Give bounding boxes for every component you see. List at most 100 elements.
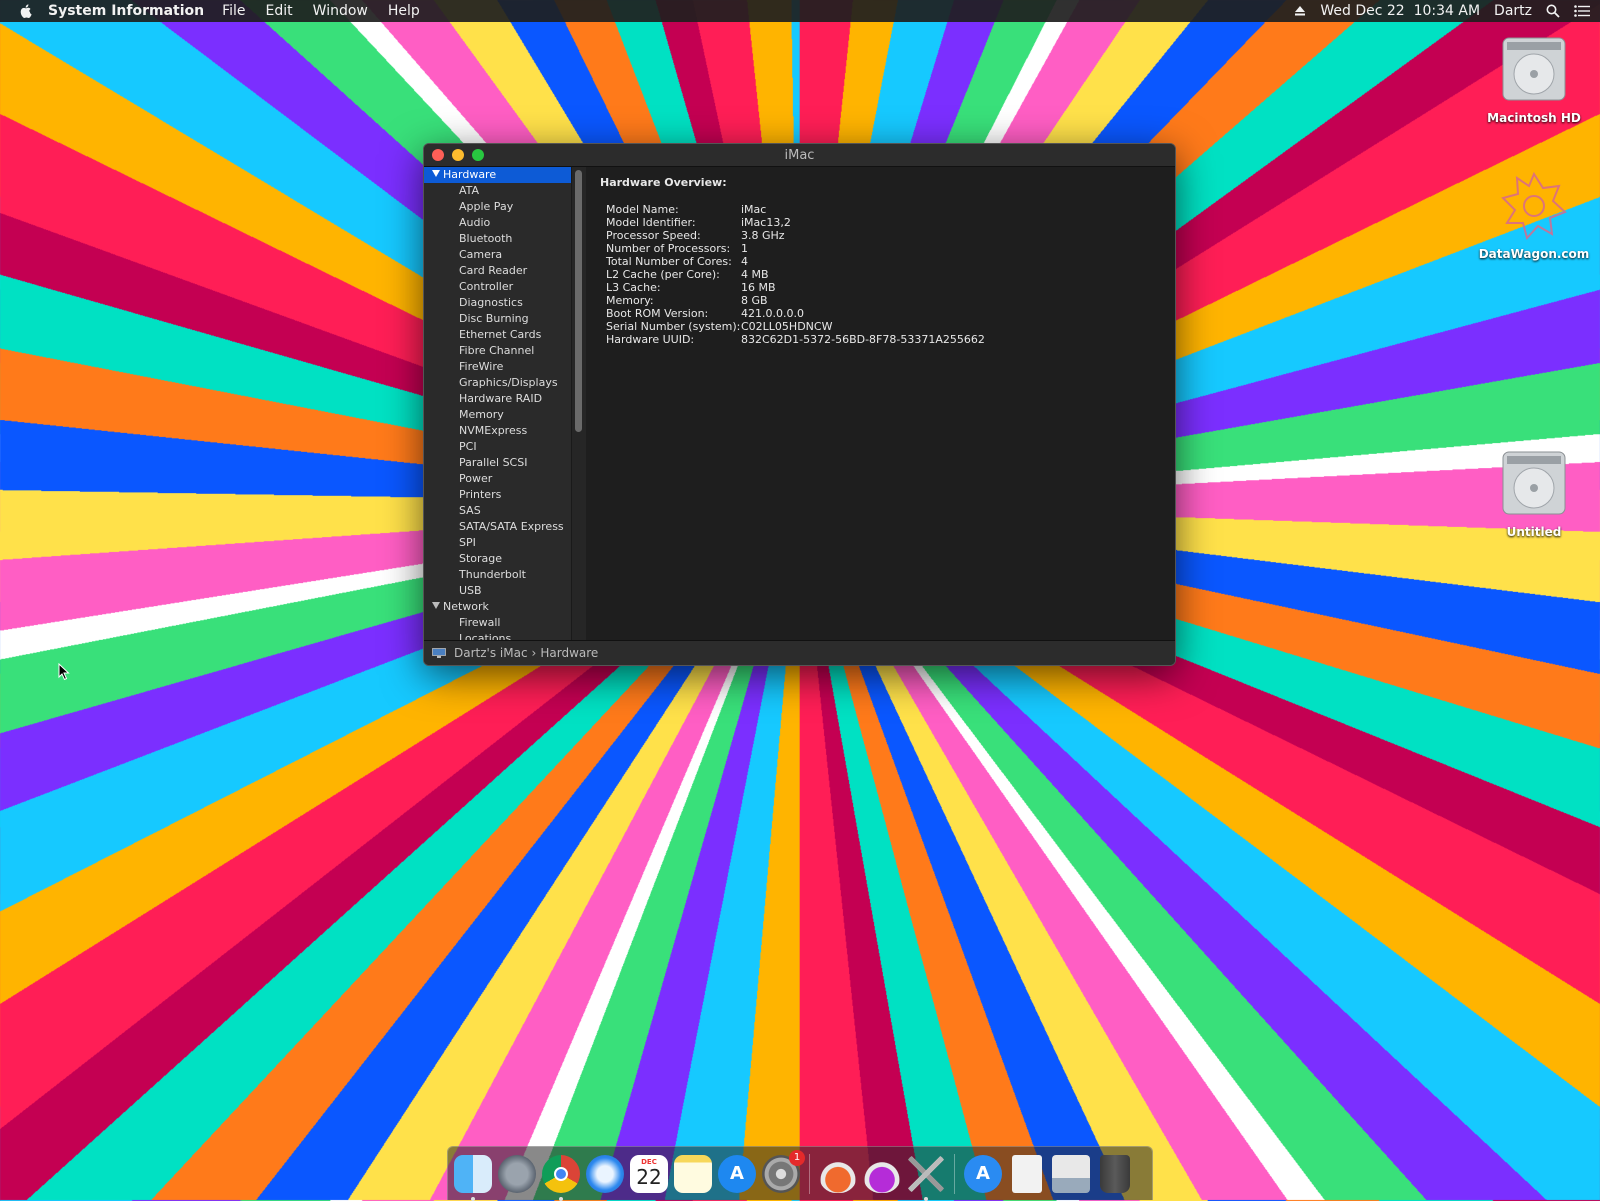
sidebar-item-spi[interactable]: SPI bbox=[424, 535, 571, 551]
trash-icon[interactable] bbox=[1100, 1154, 1130, 1193]
system-information-window: iMac Hardware ATA Apple Pay Audio Blueto… bbox=[423, 143, 1176, 666]
sidebar: Hardware ATA Apple Pay Audio Bluetooth C… bbox=[424, 167, 571, 640]
table-row: L3 Cache: 16 MB bbox=[606, 281, 985, 294]
sidebar-group-hardware[interactable]: Hardware bbox=[424, 167, 571, 183]
computer-icon bbox=[432, 648, 446, 658]
sidebar-item-audio[interactable]: Audio bbox=[424, 215, 571, 231]
window-title: iMac bbox=[784, 147, 815, 163]
scrollbar-thumb[interactable] bbox=[575, 170, 582, 432]
document-icon[interactable] bbox=[1012, 1154, 1042, 1193]
disclosure-triangle-icon[interactable] bbox=[432, 602, 440, 609]
row-key: Total Number of Cores: bbox=[606, 255, 732, 268]
row-value: 16 MB bbox=[741, 281, 776, 294]
tool-icon[interactable] bbox=[907, 1154, 945, 1201]
sidebar-item-sas[interactable]: SAS bbox=[424, 503, 571, 519]
menu-window[interactable]: Window bbox=[303, 0, 378, 22]
disclosure-triangle-icon[interactable] bbox=[432, 170, 440, 177]
sidebar-item-card-reader[interactable]: Card Reader bbox=[424, 263, 571, 279]
sidebar-item-parallel-scsi[interactable]: Parallel SCSI bbox=[424, 455, 571, 471]
row-value: 832C62D1-5372-56BD-8F78-53371A255662 bbox=[741, 333, 985, 346]
menu-help[interactable]: Help bbox=[378, 0, 430, 22]
sidebar-item-firewire[interactable]: FireWire bbox=[424, 359, 571, 375]
path-bar: Dartz's iMac › Hardware bbox=[424, 640, 1175, 665]
desktop-icon-datawagon[interactable]: DataWagon.com bbox=[1474, 168, 1594, 261]
menu-app-name[interactable]: System Information bbox=[44, 0, 212, 22]
path-section[interactable]: Hardware bbox=[540, 646, 598, 660]
close-button[interactable] bbox=[432, 149, 444, 161]
sidebar-item-fibre-channel[interactable]: Fibre Channel bbox=[424, 343, 571, 359]
row-value: 8 GB bbox=[741, 294, 768, 307]
row-key: Memory: bbox=[606, 294, 654, 307]
row-value: 4 MB bbox=[741, 268, 769, 281]
spotlight-search-icon[interactable] bbox=[1546, 4, 1560, 18]
sidebar-item-pci[interactable]: PCI bbox=[424, 439, 571, 455]
sidebar-item-bluetooth[interactable]: Bluetooth bbox=[424, 231, 571, 247]
row-key: Processor Speed: bbox=[606, 229, 701, 242]
table-row: Boot ROM Version: 421.0.0.0.0 bbox=[606, 307, 985, 320]
sidebar-item-ethernet-cards[interactable]: Ethernet Cards bbox=[424, 327, 571, 343]
table-row: Model Name: iMac bbox=[606, 203, 985, 216]
table-row: Number of Processors: 1 bbox=[606, 242, 985, 255]
sidebar-item-sata-sata-express[interactable]: SATA/SATA Express bbox=[424, 519, 571, 535]
desktop-icon-untitled[interactable]: Untitled bbox=[1474, 446, 1594, 539]
table-row: Memory: 8 GB bbox=[606, 294, 985, 307]
system-preferences-icon[interactable]: 1 bbox=[762, 1149, 805, 1193]
potion-purple-icon[interactable] bbox=[863, 1154, 901, 1193]
sidebar-item-graphics-displays[interactable]: Graphics/Displays bbox=[424, 375, 571, 391]
notes-icon[interactable] bbox=[674, 1154, 712, 1193]
overview-table: Model Name: iMac Model Identifier: iMac13,… bbox=[606, 203, 985, 346]
calendar-day: 22 bbox=[636, 1164, 662, 1189]
desktop-icon-label: Untitled bbox=[1506, 525, 1562, 539]
sidebar-item-memory[interactable]: Memory bbox=[424, 407, 571, 423]
sidebar-item-hardware-raid[interactable]: Hardware RAID bbox=[424, 391, 571, 407]
app-store-icon[interactable]: A bbox=[718, 1154, 756, 1193]
sidebar-item-disc-burning[interactable]: Disc Burning bbox=[424, 311, 571, 327]
sidebar-item-firewall[interactable]: Firewall bbox=[424, 615, 571, 631]
sidebar-item-locations[interactable]: Locations bbox=[424, 631, 571, 640]
app-store-alt-icon[interactable]: A bbox=[964, 1154, 1002, 1193]
sidebar-item-power[interactable]: Power bbox=[424, 471, 571, 487]
menu-file[interactable]: File bbox=[212, 0, 255, 22]
path-computer[interactable]: Dartz's iMac bbox=[454, 646, 528, 660]
sidebar-group-network[interactable]: Network bbox=[424, 599, 571, 615]
sidebar-item-thunderbolt[interactable]: Thunderbolt bbox=[424, 567, 571, 583]
sidebar-item-diagnostics[interactable]: Diagnostics bbox=[424, 295, 571, 311]
hard-drive-icon bbox=[1502, 37, 1566, 101]
menu-edit[interactable]: Edit bbox=[256, 0, 303, 22]
folder-pattern-icon bbox=[1501, 171, 1567, 241]
sidebar-item-usb[interactable]: USB bbox=[424, 583, 571, 599]
sidebar-scrollbar[interactable] bbox=[571, 167, 586, 640]
eject-icon[interactable] bbox=[1294, 5, 1306, 17]
minimize-button[interactable] bbox=[452, 149, 464, 161]
sidebar-item-ata[interactable]: ATA bbox=[424, 183, 571, 199]
table-row: Serial Number (system): C02LL05HDNCW bbox=[606, 320, 985, 333]
chrome-icon[interactable] bbox=[542, 1154, 580, 1201]
row-key: L3 Cache: bbox=[606, 281, 661, 294]
launchpad-icon[interactable] bbox=[498, 1154, 536, 1193]
apple-icon[interactable] bbox=[18, 3, 34, 19]
potion-icon[interactable] bbox=[819, 1154, 857, 1193]
finder-icon[interactable] bbox=[454, 1154, 492, 1201]
menu-user[interactable]: Dartz bbox=[1494, 3, 1532, 19]
sidebar-item-apple-pay[interactable]: Apple Pay bbox=[424, 199, 571, 215]
desktop-icon-macintosh-hd[interactable]: Macintosh HD bbox=[1474, 32, 1594, 125]
sidebar-item-controller[interactable]: Controller bbox=[424, 279, 571, 295]
notification-badge: 1 bbox=[789, 1149, 805, 1166]
dock: DEC 22 A 1 A bbox=[447, 1146, 1153, 1201]
safari-icon[interactable] bbox=[586, 1154, 624, 1193]
dock-separator bbox=[809, 1153, 810, 1194]
sidebar-item-nvmexpress[interactable]: NVMExpress bbox=[424, 423, 571, 439]
calendar-icon[interactable]: DEC 22 bbox=[630, 1154, 668, 1193]
row-value: 3.8 GHz bbox=[741, 229, 785, 242]
row-key: Hardware UUID: bbox=[606, 333, 695, 346]
sidebar-item-printers[interactable]: Printers bbox=[424, 487, 571, 503]
window-titlebar[interactable]: iMac bbox=[424, 144, 1175, 167]
sidebar-item-camera[interactable]: Camera bbox=[424, 247, 571, 263]
preview-icon[interactable] bbox=[1052, 1154, 1090, 1193]
notification-center-icon[interactable] bbox=[1574, 5, 1590, 17]
table-row: Processor Speed: 3.8 GHz bbox=[606, 229, 985, 242]
menu-clock[interactable]: Wed Dec 22 10:34 AM bbox=[1320, 3, 1480, 19]
sidebar-item-storage[interactable]: Storage bbox=[424, 551, 571, 567]
sidebar-group-label: Network bbox=[443, 600, 489, 613]
zoom-button[interactable] bbox=[472, 149, 484, 161]
